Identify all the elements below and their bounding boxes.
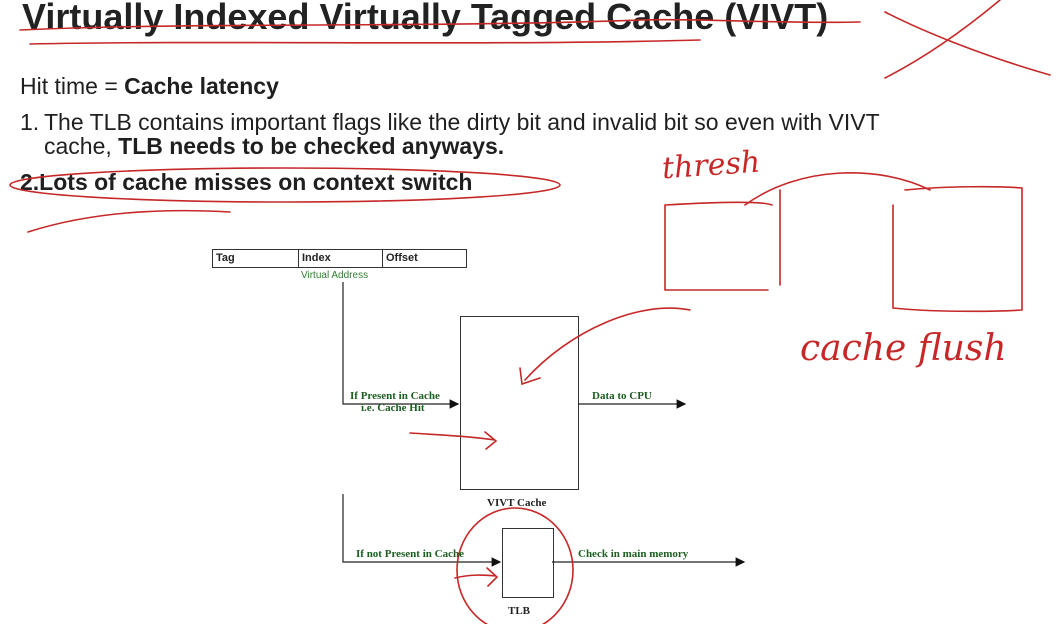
cache-flush-annotation: cache flush — [800, 328, 1007, 369]
tlb-label: TLB — [508, 605, 531, 617]
tlb-ink-arrow — [454, 567, 499, 587]
left-rect-sketch — [664, 189, 781, 291]
right-rect-sketch — [892, 185, 1023, 313]
cache-ink-arrow — [409, 431, 498, 450]
big-x-stroke-2 — [884, 0, 1001, 79]
hit-label-line1: If Present in Cache — [350, 390, 440, 402]
title-strike-line-2 — [29, 39, 701, 45]
title-strike-line — [19, 18, 861, 31]
data-to-cpu-label: Data to CPU — [592, 390, 652, 402]
underline-tick — [27, 209, 231, 233]
hit-path-connector — [342, 282, 460, 409]
diagram-connectors — [9, 0, 1051, 624]
thresh-annotation: thresh — [660, 144, 762, 187]
curved-arrow-into-cache — [519, 307, 691, 386]
check-memory-label: Check in main memory — [578, 548, 689, 560]
miss-label: If not Present in Cache — [356, 548, 464, 560]
point-2-ellipse — [9, 167, 561, 203]
vivt-cache-label: VIVT Cache — [487, 497, 547, 509]
big-x-stroke-1 — [884, 11, 1051, 76]
hit-label-line2: i.e. Cache Hit — [361, 402, 425, 414]
ink-annotations — [9, 0, 1051, 624]
context-arc — [744, 172, 931, 206]
